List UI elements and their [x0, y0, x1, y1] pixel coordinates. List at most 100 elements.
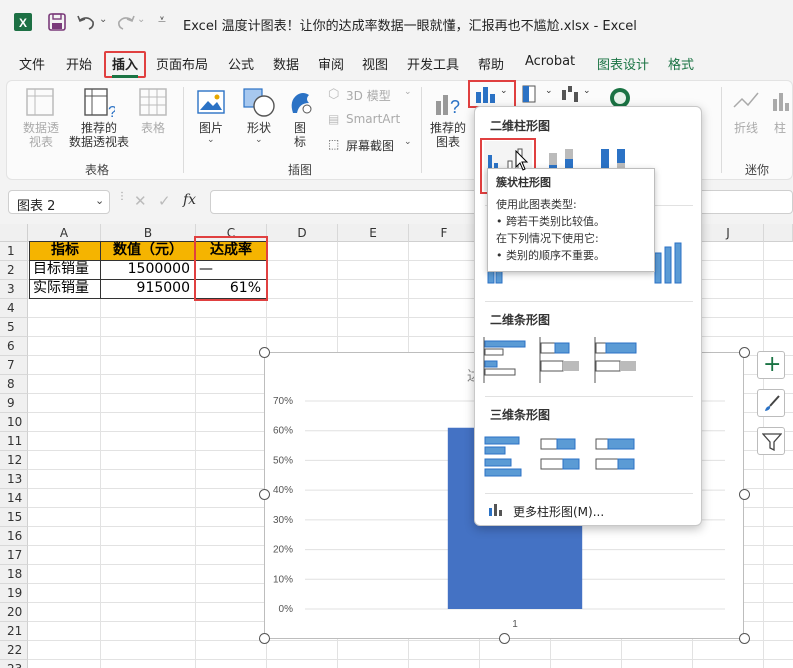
row-header-8[interactable]: 8: [0, 375, 28, 394]
smartart-button[interactable]: SmartArt: [346, 112, 400, 126]
resize-handle-mr[interactable]: [739, 489, 750, 500]
column-header-e[interactable]: E: [338, 224, 409, 242]
3d-stacked-bar-thumb[interactable]: [539, 431, 587, 481]
column-header-f[interactable]: F: [409, 224, 480, 242]
row-header-4[interactable]: 4: [0, 299, 28, 318]
column-header-d[interactable]: D: [267, 224, 338, 242]
row-header-10[interactable]: 10: [0, 413, 28, 432]
name-box-dropdown-icon[interactable]: ⌄: [95, 194, 104, 207]
table-button[interactable]: 表格: [137, 121, 169, 135]
resize-handle-ml[interactable]: [259, 489, 270, 500]
redo-icon[interactable]: [114, 13, 136, 31]
pivot-table-button[interactable]: 数据透 视表: [21, 121, 61, 149]
tab-format[interactable]: 格式: [668, 54, 694, 73]
row-header-15[interactable]: 15: [0, 508, 28, 527]
plus-icon: +: [763, 352, 782, 377]
select-all-corner[interactable]: [0, 224, 28, 242]
header-cell-value[interactable]: 数值（元）: [100, 241, 196, 261]
row-header-3[interactable]: 3: [0, 280, 28, 299]
row-header-18[interactable]: 18: [0, 565, 28, 584]
resize-handle-bl[interactable]: [259, 633, 270, 644]
chart-elements-button[interactable]: +: [757, 351, 785, 379]
recommended-pivot-button[interactable]: 推荐的 数据透视表: [65, 121, 133, 149]
row-header-6[interactable]: 6: [0, 337, 28, 356]
screenshot-dropdown-icon[interactable]: ⌄: [404, 137, 412, 147]
row-header-12[interactable]: 12: [0, 451, 28, 470]
undo-icon[interactable]: [76, 13, 98, 31]
cell-target-value[interactable]: 1500000: [100, 260, 196, 280]
tab-developer[interactable]: 开发工具: [407, 54, 459, 73]
row-header-21[interactable]: 21: [0, 622, 28, 641]
resize-handle-br[interactable]: [739, 633, 750, 644]
3d-column-thumb[interactable]: [651, 237, 699, 289]
row-header-9[interactable]: 9: [0, 394, 28, 413]
undo-dropdown-icon[interactable]: ⌄: [99, 14, 107, 25]
cell-target-label[interactable]: 目标销量: [29, 260, 101, 280]
cell-actual-value[interactable]: 915000: [100, 279, 196, 299]
column-chart-icon[interactable]: [474, 84, 498, 104]
column-chart-dropdown-icon[interactable]: ⌄: [500, 86, 508, 96]
row-header-2[interactable]: 2: [0, 261, 28, 280]
tab-chart-design[interactable]: 图表设计: [597, 54, 649, 73]
row-header-17[interactable]: 17: [0, 546, 28, 565]
cell-actual-label[interactable]: 实际销量: [29, 279, 101, 299]
row-header-7[interactable]: 7: [0, 356, 28, 375]
shapes-button[interactable]: 形状: [241, 121, 277, 135]
column-header-j[interactable]: J: [693, 224, 764, 242]
row-header-5[interactable]: 5: [0, 318, 28, 337]
row-header-23[interactable]: 23: [0, 660, 28, 668]
insert-function-icon[interactable]: fx: [183, 192, 196, 208]
customize-toolbar-icon[interactable]: ⩡: [158, 12, 166, 28]
save-icon[interactable]: [48, 13, 66, 31]
hierarchy-dropdown-icon[interactable]: ⌄: [545, 86, 553, 96]
row-header-20[interactable]: 20: [0, 603, 28, 622]
header-cell-metric[interactable]: 指标: [29, 241, 101, 261]
100-stacked-bar-thumb[interactable]: [594, 335, 642, 385]
cancel-icon[interactable]: ✕: [134, 192, 147, 210]
resize-handle-tl[interactable]: [259, 347, 270, 358]
3d-models-dropdown-icon[interactable]: ⌄: [404, 87, 412, 97]
shapes-dropdown-icon[interactable]: ⌄: [255, 135, 263, 145]
row-header-13[interactable]: 13: [0, 470, 28, 489]
tab-formulas[interactable]: 公式: [228, 54, 254, 73]
icons-button[interactable]: 图 标: [290, 121, 310, 149]
tab-file[interactable]: 文件: [19, 54, 45, 73]
3d-clustered-bar-thumb[interactable]: [483, 431, 531, 481]
tab-home[interactable]: 开始: [66, 54, 92, 73]
tab-review[interactable]: 审阅: [318, 54, 344, 73]
enter-icon[interactable]: ✓: [158, 192, 171, 210]
more-column-charts-link[interactable]: 更多柱形图(M)...: [513, 503, 604, 520]
pictures-button[interactable]: 图片: [195, 121, 227, 135]
screenshot-button[interactable]: 屏幕截图: [346, 137, 394, 154]
chart-filters-button[interactable]: [757, 427, 785, 455]
waterfall-chart-icon[interactable]: [560, 84, 582, 104]
tab-help[interactable]: 帮助: [478, 54, 504, 73]
column-header-b[interactable]: B: [101, 224, 196, 242]
tab-view[interactable]: 视图: [362, 54, 388, 73]
row-header-19[interactable]: 19: [0, 584, 28, 603]
redo-dropdown-icon[interactable]: ⌄: [137, 14, 145, 25]
3d-models-button[interactable]: 3D 模型: [346, 87, 391, 104]
column-header-a[interactable]: A: [28, 224, 101, 242]
row-header-11[interactable]: 11: [0, 432, 28, 451]
pictures-dropdown-icon[interactable]: ⌄: [207, 135, 215, 145]
resize-handle-bm[interactable]: [499, 633, 510, 644]
tab-page-layout[interactable]: 页面布局: [156, 54, 208, 73]
sparkline-line-button[interactable]: 折线: [730, 121, 762, 135]
stacked-bar-thumb[interactable]: [539, 335, 587, 385]
row-header-16[interactable]: 16: [0, 527, 28, 546]
chart-styles-button[interactable]: [757, 389, 785, 417]
waterfall-dropdown-icon[interactable]: ⌄: [583, 86, 591, 96]
tab-acrobat[interactable]: Acrobat: [525, 54, 575, 69]
resize-handle-tr[interactable]: [739, 347, 750, 358]
row-header-1[interactable]: 1: [0, 242, 28, 261]
sparkline-column-button[interactable]: 柱: [770, 121, 790, 135]
tab-data[interactable]: 数据: [273, 54, 299, 73]
name-box[interactable]: 图表 2 ⌄: [8, 190, 110, 214]
recommended-charts-button[interactable]: 推荐的 图表: [428, 121, 468, 149]
row-header-22[interactable]: 22: [0, 641, 28, 660]
clustered-bar-thumb[interactable]: [483, 335, 531, 385]
hierarchy-chart-icon[interactable]: [522, 84, 544, 104]
3d-100-stacked-bar-thumb[interactable]: [594, 431, 642, 481]
row-header-14[interactable]: 14: [0, 489, 28, 508]
